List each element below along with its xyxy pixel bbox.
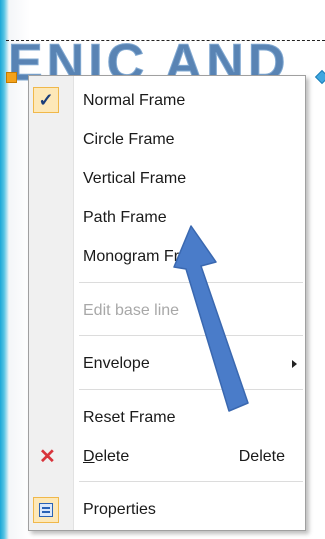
menu-item-label: Envelope (83, 355, 150, 372)
menu-item-circle-frame[interactable]: Circle Frame (29, 124, 305, 156)
menu-item-label: Path Frame (83, 209, 167, 226)
menu-item-monogram-frame[interactable]: Monogram Frame (29, 241, 305, 273)
properties-icon (33, 497, 59, 523)
menu-item-edit-base-line: Edit base line (29, 295, 305, 327)
menu-item-path-frame[interactable]: Path Frame (29, 202, 305, 234)
menu-separator (79, 282, 303, 283)
menu-item-shortcut: Delete (238, 448, 285, 465)
menu-item-label: Monogram Frame (83, 248, 211, 265)
menu-item-label: Normal Frame (83, 92, 186, 109)
frame-handle-left[interactable] (6, 72, 17, 83)
menu-item-vertical-frame[interactable]: Vertical Frame (29, 163, 305, 195)
menu-item-normal-frame[interactable]: ✓ Normal Frame (29, 85, 305, 117)
menu-item-label: Reset Frame (83, 409, 176, 426)
checkmark-icon: ✓ (33, 87, 59, 113)
menu-item-label: Circle Frame (83, 131, 175, 148)
menu-item-label: Delete (83, 448, 130, 465)
menu-item-label: Vertical Frame (83, 170, 187, 187)
menu-item-properties[interactable]: Properties (29, 494, 305, 526)
delete-x-icon: ✕ (39, 446, 56, 468)
menu-item-reset-frame[interactable]: Reset Frame (29, 402, 305, 434)
menu-separator (79, 389, 303, 390)
menu-separator (79, 481, 303, 482)
menu-item-envelope[interactable]: Envelope (29, 348, 305, 380)
menu-item-delete[interactable]: ✕ Delete Delete (29, 441, 305, 473)
menu-item-label: Properties (83, 501, 156, 518)
menu-separator (79, 335, 303, 336)
menu-item-label: Edit base line (83, 302, 180, 319)
submenu-arrow-icon (292, 360, 297, 368)
context-menu: ✓ Normal Frame Circle Frame Vertical Fra… (28, 75, 306, 531)
